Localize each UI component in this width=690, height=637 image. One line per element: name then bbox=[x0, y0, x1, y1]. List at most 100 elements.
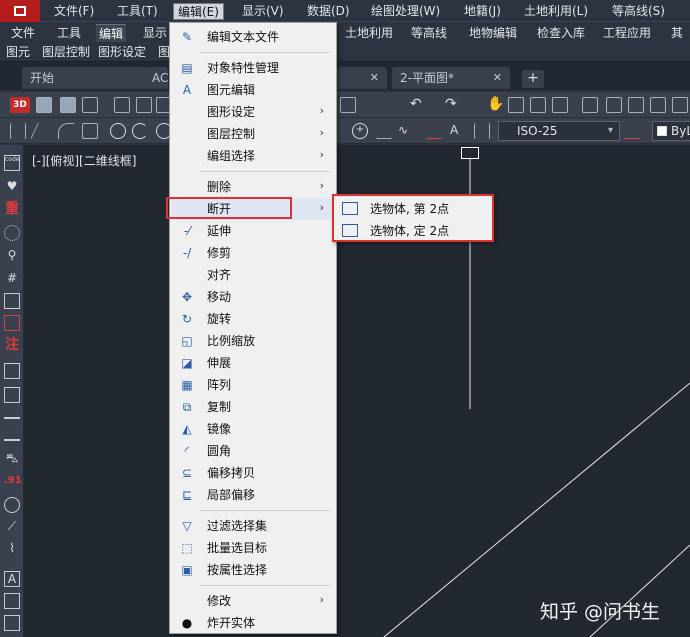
tab-check-import[interactable]: 检查入库 bbox=[534, 24, 588, 42]
search-icon[interactable]: ⚲ bbox=[4, 248, 20, 264]
doctab-plan[interactable]: 2-平面图* ✕ bbox=[392, 67, 510, 89]
menu-item-scale[interactable]: ◱ 比例缩放 bbox=[171, 330, 336, 352]
menu-item-entity-edit[interactable]: A 图元编辑 bbox=[171, 79, 336, 101]
circle-icon[interactable] bbox=[4, 497, 20, 513]
fence-icon[interactable]: # bbox=[4, 271, 20, 287]
submenu-item-select-second-point[interactable]: 选物体, 第 2点 bbox=[334, 198, 492, 220]
doctab-start[interactable]: 开始 bbox=[22, 67, 150, 89]
jog-line-icon[interactable]: ∿ bbox=[398, 123, 414, 139]
color-select[interactable]: ByL bbox=[652, 121, 690, 141]
tool-palette-icon[interactable] bbox=[628, 97, 644, 113]
zoom-window-icon[interactable] bbox=[530, 97, 546, 113]
menu-item-graphic-settings[interactable]: 图形设定 › bbox=[171, 101, 336, 123]
menu-draw-process[interactable]: 绘图处理(W) bbox=[367, 3, 444, 20]
tab-tools[interactable]: 工具 bbox=[54, 24, 84, 42]
tab-engineering[interactable]: 工程应用 bbox=[600, 24, 654, 42]
annotation-icon[interactable]: 注 bbox=[4, 337, 20, 353]
zoom-realtime-icon[interactable] bbox=[508, 97, 524, 113]
menu-item-rotate[interactable]: ↻ 旋转 bbox=[171, 308, 336, 330]
panel-layer-control[interactable]: 图层控制 bbox=[42, 45, 90, 60]
tab-other[interactable]: 其他 bbox=[668, 24, 690, 58]
material-icon[interactable] bbox=[60, 97, 76, 113]
dimstyle-manager-icon[interactable] bbox=[624, 123, 640, 139]
doctab-ac[interactable]: AC bbox=[148, 67, 168, 89]
menu-item-filter-select[interactable]: ▽ 过滤选择集 bbox=[171, 515, 336, 537]
menu-item-extend[interactable]: -⁄ 延伸 bbox=[171, 220, 336, 242]
dim-update-icon[interactable] bbox=[474, 123, 490, 139]
menu-land-use[interactable]: 土地利用(L) bbox=[520, 3, 592, 20]
undo-icon[interactable]: ↶ bbox=[410, 97, 426, 113]
line-icon[interactable]: ⟋ bbox=[4, 519, 20, 535]
pan-icon[interactable]: ✋ bbox=[487, 97, 504, 113]
arc-dim-icon[interactable] bbox=[58, 123, 74, 139]
close-icon[interactable]: ✕ bbox=[370, 67, 379, 89]
point-number-icon[interactable]: .91 bbox=[4, 473, 22, 489]
menu-item-mirror[interactable]: ◭ 镜像 bbox=[171, 418, 336, 440]
wall-icon[interactable] bbox=[4, 409, 20, 419]
new-tab-button[interactable]: + bbox=[522, 70, 544, 88]
aligned-dim-icon[interactable] bbox=[30, 123, 54, 139]
shade-icon[interactable] bbox=[82, 97, 98, 113]
heart-check-icon[interactable]: ♥ bbox=[4, 179, 20, 195]
rectangle-icon[interactable] bbox=[4, 387, 20, 403]
select-points-icon[interactable] bbox=[4, 225, 20, 241]
menu-item-move[interactable]: ✥ 移动 bbox=[171, 286, 336, 308]
render-icon[interactable] bbox=[36, 97, 52, 113]
doctab-partial[interactable]: ✕ bbox=[337, 67, 387, 89]
open-file-icon[interactable] bbox=[136, 97, 152, 113]
menu-item-fillet[interactable]: ◜ 圆角 bbox=[171, 440, 336, 462]
menu-data[interactable]: 数据(D) bbox=[303, 3, 354, 20]
new-file-icon[interactable] bbox=[114, 97, 130, 113]
menu-tools[interactable]: 工具(T) bbox=[113, 3, 162, 20]
table-icon[interactable] bbox=[4, 315, 20, 331]
dim-edit-icon[interactable] bbox=[426, 123, 442, 139]
design-center-icon[interactable] bbox=[606, 97, 622, 113]
menu-cadastre[interactable]: 地籍(J) bbox=[460, 3, 505, 20]
building-icon[interactable] bbox=[4, 363, 20, 379]
menu-item-explode[interactable]: ● 炸开实体 bbox=[171, 612, 336, 634]
ordinate-dim-icon[interactable] bbox=[82, 123, 98, 139]
properties-icon[interactable] bbox=[582, 97, 598, 113]
paste-icon[interactable] bbox=[340, 97, 356, 113]
redo-icon[interactable]: ↷ bbox=[445, 97, 461, 113]
panel-entity[interactable]: 图元 bbox=[6, 45, 30, 60]
menu-item-trim[interactable]: -/ 修剪 bbox=[171, 242, 336, 264]
menu-item-local-offset[interactable]: ⊑ 局部偏移 bbox=[171, 484, 336, 506]
radius-dim-icon[interactable] bbox=[110, 123, 126, 139]
menu-item-copy[interactable]: ⧉ 复制 bbox=[171, 396, 336, 418]
menu-item-group-select[interactable]: 编组选择 › bbox=[171, 145, 336, 167]
menu-item-batch-select[interactable]: ⬚ 批量选目标 bbox=[171, 537, 336, 559]
menu-contour[interactable]: 等高线(S) bbox=[608, 3, 669, 20]
panel-graphic-settings[interactable]: 图形设定 bbox=[98, 45, 146, 60]
menu-item-modify[interactable]: 修改 › bbox=[171, 590, 336, 612]
inspect-icon[interactable] bbox=[376, 123, 392, 139]
menu-item-delete[interactable]: 删除 › bbox=[171, 176, 336, 198]
markup-icon[interactable] bbox=[672, 97, 688, 113]
curve-icon[interactable]: ⌇ bbox=[4, 541, 20, 557]
menu-item-select-by-attr[interactable]: ▣ 按属性选择 bbox=[171, 559, 336, 581]
grid-icon[interactable] bbox=[4, 293, 20, 309]
submenu-item-select-fixed-points[interactable]: 选物体, 定 2点 bbox=[334, 220, 492, 242]
tab-contour[interactable]: 等高线 bbox=[408, 24, 450, 42]
jogged-dim-icon[interactable] bbox=[132, 123, 148, 139]
tab-feature-edit[interactable]: 地物编辑 bbox=[466, 24, 520, 42]
dimstyle-select[interactable]: ISO-25 ▾ bbox=[498, 121, 620, 141]
menu-item-edit-text-file[interactable]: ✎ 编辑文本文件 bbox=[171, 26, 336, 48]
center-mark-icon[interactable]: + bbox=[352, 123, 368, 139]
code-icon[interactable]: code bbox=[4, 155, 20, 171]
car-icon[interactable]: ⛍ bbox=[4, 451, 20, 467]
viewport-label[interactable]: [-][俯视][二维线框] bbox=[32, 152, 136, 169]
menu-item-align[interactable]: 对齐 bbox=[171, 264, 336, 286]
menu-item-stretch[interactable]: ◪ 伸展 bbox=[171, 352, 336, 374]
zoom-previous-icon[interactable] bbox=[552, 97, 568, 113]
measure-icon[interactable] bbox=[4, 615, 20, 631]
sheet-set-icon[interactable] bbox=[650, 97, 666, 113]
tab-edit[interactable]: 编辑 bbox=[96, 24, 127, 42]
menu-item-offset-copy[interactable]: ⊆ 偏移拷贝 bbox=[171, 462, 336, 484]
menu-view[interactable]: 显示(V) bbox=[238, 3, 288, 20]
tab-view[interactable]: 显示 bbox=[140, 24, 170, 42]
linear-dim-icon[interactable] bbox=[10, 123, 26, 139]
app-logo-icon[interactable] bbox=[0, 0, 40, 22]
dim-text-edit-icon[interactable]: A bbox=[450, 123, 466, 139]
menu-edit[interactable]: 编辑(E) bbox=[173, 3, 224, 20]
